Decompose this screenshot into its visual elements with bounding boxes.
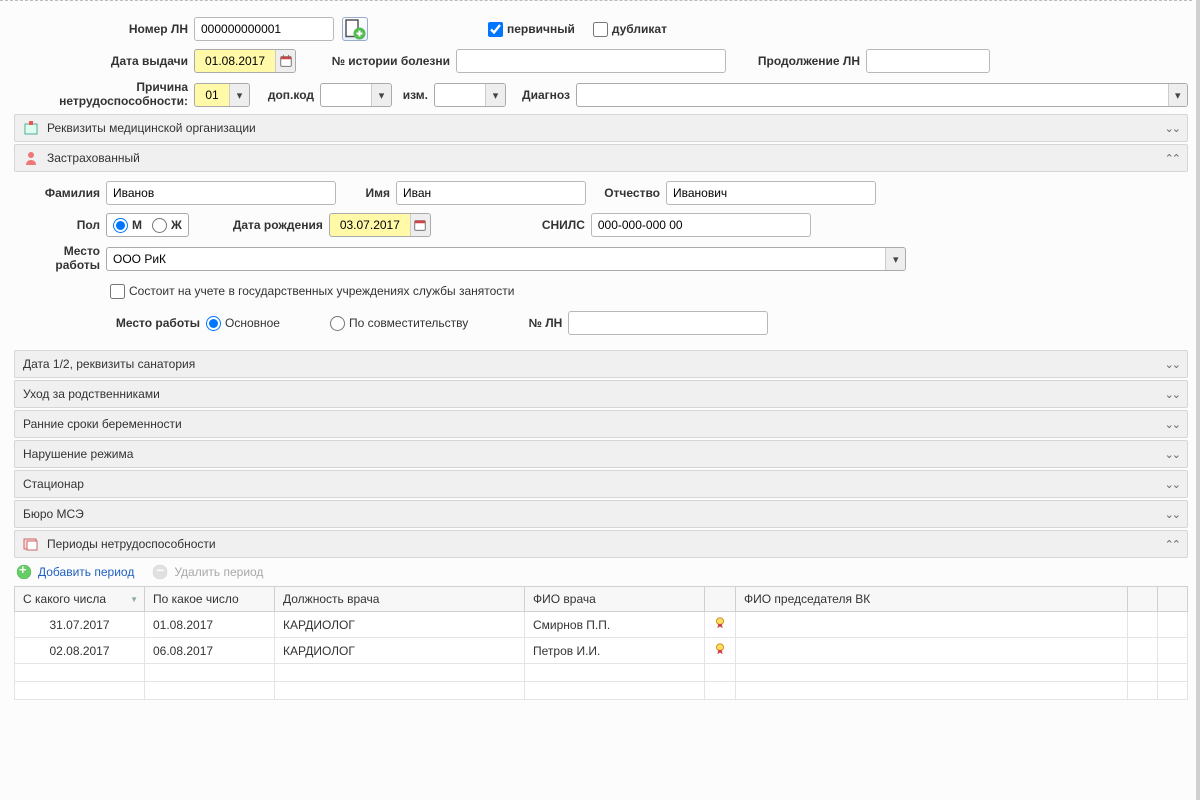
dob-label: Дата рождения <box>189 218 329 232</box>
addcode-select[interactable] <box>320 83 392 107</box>
primary-checkbox[interactable] <box>488 22 503 37</box>
section-mse[interactable]: Бюро МСЭ ⌄⌄ <box>14 500 1188 528</box>
sex-female-radio[interactable] <box>152 218 167 233</box>
delete-period-button[interactable]: Удалить период <box>174 565 263 579</box>
snils-label: СНИЛС <box>431 218 591 232</box>
section-relatives[interactable]: Уход за родственниками ⌄⌄ <box>14 380 1188 408</box>
certificate-icon <box>713 642 727 656</box>
secondary-workplace-radio[interactable] <box>330 316 345 331</box>
history-number-label: № истории болезни <box>296 54 456 68</box>
request-number-button[interactable] <box>342 17 368 41</box>
col-doctor[interactable]: ФИО врача <box>525 587 705 612</box>
chevron-down-icon: ⌄⌄ <box>1165 418 1179 431</box>
addcode-label: доп.код <box>250 80 320 102</box>
ln-no-input[interactable] <box>568 311 768 335</box>
chevron-down-icon: ⌄⌄ <box>1165 508 1179 521</box>
workplace-label: Местоработы <box>16 244 106 272</box>
section-med-org[interactable]: Реквизиты медицинской организации ⌄⌄ <box>14 114 1188 142</box>
patronymic-label: Отчество <box>586 186 666 200</box>
chevron-down-icon: ⌄⌄ <box>1165 448 1179 461</box>
history-number-input[interactable] <box>456 49 726 73</box>
hospital-icon <box>23 120 39 136</box>
section-insured[interactable]: Застрахованный ⌃⌃ <box>14 144 1188 172</box>
sex-radio-group: М Ж <box>106 213 189 237</box>
section-sanatorium[interactable]: Дата 1/2, реквизиты санатория ⌄⌄ <box>14 350 1188 378</box>
document-plus-icon <box>343 17 367 41</box>
main-workplace-radio[interactable] <box>206 316 221 331</box>
table-row[interactable]: 31.07.2017 01.08.2017 КАРДИОЛОГ Смирнов … <box>15 612 1188 638</box>
workplace-type-label: Место работы <box>76 316 206 330</box>
registered-checkbox[interactable] <box>110 284 125 299</box>
col-extra2 <box>1158 587 1188 612</box>
chevron-down-icon[interactable] <box>229 84 249 106</box>
add-icon <box>16 564 32 580</box>
change-select[interactable] <box>434 83 506 107</box>
dob-input[interactable] <box>329 213 431 237</box>
diagnosis-select[interactable] <box>576 83 1188 107</box>
col-extra1 <box>1128 587 1158 612</box>
chevron-down-icon: ⌄⌄ <box>1165 478 1179 491</box>
snils-input[interactable] <box>591 213 811 237</box>
table-row[interactable]: 02.08.2017 06.08.2017 КАРДИОЛОГ Петров И… <box>15 638 1188 664</box>
reason-code-select[interactable] <box>194 83 250 107</box>
col-to[interactable]: По какое число <box>145 587 275 612</box>
chevron-down-icon[interactable] <box>485 84 505 106</box>
col-position[interactable]: Должность врача <box>275 587 525 612</box>
main-workplace-label: Основное <box>225 316 280 330</box>
sex-male-radio[interactable] <box>113 218 128 233</box>
chevron-down-icon[interactable] <box>371 84 391 106</box>
chevron-down-icon: ⌄⌄ <box>1165 358 1179 371</box>
chevron-down-icon: ⌄⌄ <box>1165 122 1179 135</box>
patronymic-input[interactable] <box>666 181 876 205</box>
issue-date-label: Дата выдачи <box>14 54 194 68</box>
table-row[interactable] <box>15 664 1188 682</box>
chevron-down-icon: ⌄⌄ <box>1165 388 1179 401</box>
duplicate-label: дубликат <box>612 22 667 36</box>
section-violation[interactable]: Нарушение режима ⌄⌄ <box>14 440 1188 468</box>
secondary-workplace-label: По совместительству <box>349 316 468 330</box>
reason-label: Причинанетрудоспособности: <box>14 80 194 108</box>
person-icon <box>23 150 39 166</box>
section-pregnancy[interactable]: Ранние сроки беременности ⌄⌄ <box>14 410 1188 438</box>
add-period-button[interactable]: Добавить период <box>38 565 134 579</box>
ln-no-label: № ЛН <box>468 316 568 330</box>
continuation-input[interactable] <box>866 49 990 73</box>
workplace-select[interactable] <box>106 247 906 271</box>
diagnosis-label: Диагноз <box>506 80 576 102</box>
periods-table[interactable]: С какого числа По какое число Должность … <box>14 586 1188 700</box>
continuation-label: Продолжение ЛН <box>726 54 866 68</box>
issue-date-input[interactable] <box>194 49 296 73</box>
name-input[interactable] <box>396 181 586 205</box>
calendar-icon[interactable] <box>275 50 295 72</box>
calendar-icon[interactable] <box>410 214 430 236</box>
change-label: изм. <box>392 80 434 102</box>
registered-label: Состоит на учете в государственных учреж… <box>129 284 515 298</box>
certificate-icon <box>713 616 727 630</box>
primary-label: первичный <box>507 22 575 36</box>
surname-label: Фамилия <box>16 186 106 200</box>
chevron-up-icon: ⌃⌃ <box>1165 538 1179 551</box>
ln-number-label: Номер ЛН <box>14 22 194 36</box>
col-badge <box>705 587 736 612</box>
table-row[interactable] <box>15 682 1188 700</box>
calendar-list-icon <box>23 536 39 552</box>
name-label: Имя <box>336 186 396 200</box>
chevron-up-icon: ⌃⌃ <box>1165 152 1179 165</box>
section-hospital[interactable]: Стационар ⌄⌄ <box>14 470 1188 498</box>
delete-icon <box>152 564 168 580</box>
surname-input[interactable] <box>106 181 336 205</box>
duplicate-checkbox[interactable] <box>593 22 608 37</box>
ln-number-input[interactable] <box>194 17 334 41</box>
col-chairman[interactable]: ФИО председателя ВК <box>736 587 1128 612</box>
chevron-down-icon[interactable] <box>885 248 905 270</box>
chevron-down-icon[interactable] <box>1168 84 1187 106</box>
section-periods[interactable]: Периоды нетрудоспособности ⌃⌃ <box>14 530 1188 558</box>
col-from[interactable]: С какого числа <box>15 587 145 612</box>
sex-label: Пол <box>16 218 106 232</box>
